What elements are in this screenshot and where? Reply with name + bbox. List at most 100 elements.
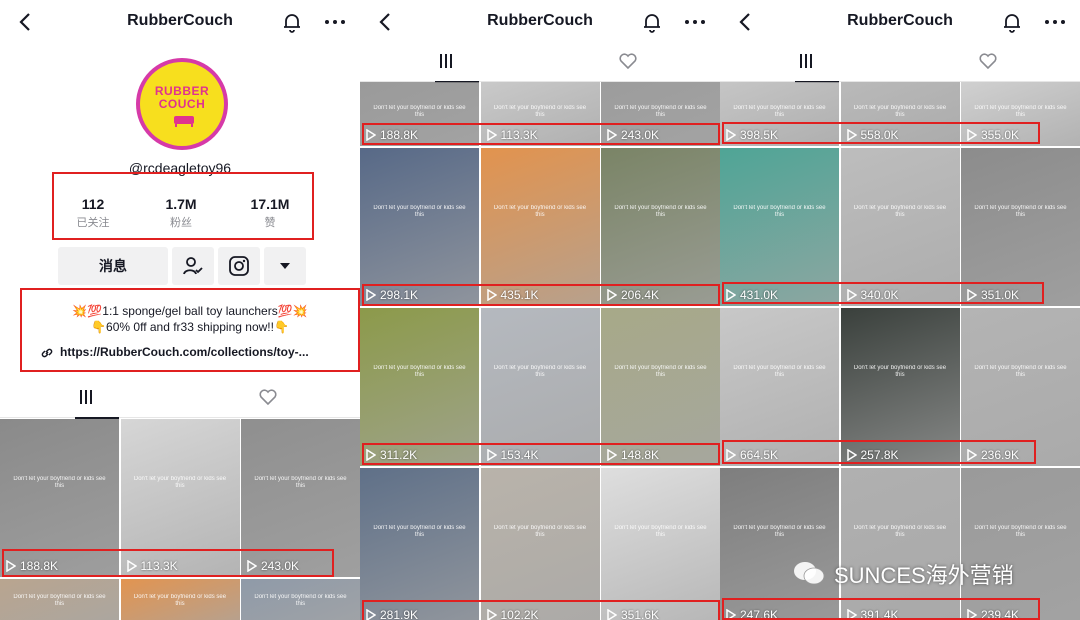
video-thumbnail[interactable]: Don't let your boyfriend or kids see thi… — [961, 308, 1080, 466]
video-thumbnail[interactable]: Don't let your boyfriend or kids see thi… — [120, 579, 240, 620]
thumbnail-image — [360, 308, 479, 466]
video-thumbnail[interactable]: Don't let your boyfriend or kids see thi… — [241, 419, 360, 577]
video-thumbnail[interactable]: Don't let your boyfriend or kids see thi… — [840, 82, 960, 146]
video-thumbnail[interactable]: Don't let your boyfriend or kids see thi… — [720, 308, 839, 466]
video-thumbnail[interactable]: Don't let your boyfriend or kids see thi… — [961, 82, 1080, 146]
view-count-text: 435.1K — [500, 288, 539, 302]
bio-line: 💥💯1:1 sponge/gel ball toy launchers💯💥 — [72, 304, 308, 318]
grid-panel-3: RubberCouch Don't let your boyfriend or … — [720, 0, 1080, 620]
view-count: 281.9K — [366, 608, 418, 620]
play-icon — [967, 449, 977, 461]
play-icon — [486, 449, 497, 461]
back-icon[interactable] — [14, 10, 38, 34]
message-button[interactable]: 消息 — [58, 247, 168, 285]
bell-icon[interactable] — [1000, 10, 1024, 34]
avatar[interactable]: RUBBER COUCH — [136, 58, 228, 150]
video-thumbnail[interactable]: Don't let your boyfriend or kids see thi… — [840, 308, 960, 466]
video-thumbnail[interactable]: Don't let your boyfriend or kids see thi… — [0, 579, 119, 620]
more-icon[interactable] — [1042, 10, 1068, 34]
bell-icon[interactable] — [640, 10, 664, 34]
play-icon — [726, 609, 736, 620]
more-icon[interactable] — [322, 10, 348, 34]
play-icon — [607, 449, 617, 461]
video-thumbnail[interactable]: Don't let your boyfriend or kids see thi… — [601, 468, 720, 620]
play-icon — [607, 289, 617, 301]
view-count: 188.8K — [6, 559, 58, 573]
view-count-text: 558.0K — [860, 128, 899, 142]
video-thumbnail[interactable]: Don't let your boyfriend or kids see thi… — [840, 468, 960, 620]
video-thumbnail[interactable]: Don't let your boyfriend or kids see thi… — [360, 148, 479, 306]
bell-icon[interactable] — [280, 10, 304, 34]
video-thumbnail[interactable]: Don't let your boyfriend or kids see thi… — [720, 82, 839, 146]
stat-value: 112 — [81, 196, 105, 212]
top-bar: RubberCouch — [360, 0, 720, 44]
tab-liked[interactable] — [540, 44, 720, 82]
video-thumbnail[interactable]: Don't let your boyfriend or kids see thi… — [360, 468, 479, 620]
view-count: 113.3K — [486, 128, 538, 142]
thumbnail-image — [601, 308, 720, 466]
view-count-text: 281.9K — [380, 608, 419, 620]
following-stat[interactable]: 112 已关注 — [48, 196, 138, 230]
video-caption: Don't let your boyfriend or kids see thi… — [614, 204, 707, 218]
likes-stat[interactable]: 17.1M 赞 — [225, 196, 315, 230]
thumbnail-image — [840, 148, 960, 306]
video-caption: Don't let your boyfriend or kids see thi… — [974, 204, 1067, 218]
video-thumbnail[interactable]: Don't let your boyfriend or kids see thi… — [360, 308, 479, 466]
top-bar: RubberCouch — [0, 0, 360, 44]
couch-icon — [174, 116, 194, 127]
profile-link[interactable]: https://RubberCouch.com/collections/toy-… — [40, 345, 340, 361]
video-caption: Don't let your boyfriend or kids see thi… — [974, 524, 1067, 538]
video-thumbnail[interactable]: Don't let your boyfriend or kids see thi… — [480, 148, 600, 306]
tab-liked[interactable] — [180, 380, 360, 418]
avatar-logo-text: COUCH — [158, 97, 206, 111]
view-count-text: 351.6K — [621, 608, 660, 620]
instagram-button[interactable] — [218, 247, 260, 285]
tab-videos[interactable] — [720, 44, 900, 83]
view-count-text: 431.0K — [740, 288, 779, 302]
follow-back-button[interactable] — [172, 247, 214, 285]
video-thumbnail[interactable]: Don't let your boyfriend or kids see thi… — [840, 148, 960, 306]
watermark-text: SUNCES海外营销 — [834, 563, 1014, 588]
video-thumbnail[interactable]: Don't let your boyfriend or kids see thi… — [241, 579, 360, 620]
view-count: 236.9K — [967, 448, 1019, 462]
video-grid: Don't let your boyfriend or kids see thi… — [0, 419, 360, 620]
thumbnail-image — [961, 148, 1080, 306]
more-options-button[interactable] — [264, 247, 306, 285]
tab-liked[interactable] — [900, 44, 1080, 82]
profile-panel: RubberCouch RUBBER COUCH @rcdeagletoy96 … — [0, 0, 360, 620]
video-thumbnail[interactable]: Don't let your boyfriend or kids see thi… — [480, 82, 600, 146]
back-icon[interactable] — [374, 10, 398, 34]
video-thumbnail[interactable]: Don't let your boyfriend or kids see thi… — [480, 308, 600, 466]
back-icon[interactable] — [734, 10, 758, 34]
video-thumbnail[interactable]: Don't let your boyfriend or kids see thi… — [601, 308, 720, 466]
link-icon — [41, 348, 53, 358]
video-caption: Don't let your boyfriend or kids see thi… — [853, 524, 947, 538]
followers-stat[interactable]: 1.7M 粉丝 — [136, 196, 226, 230]
play-icon — [366, 449, 376, 461]
tab-videos[interactable] — [0, 380, 180, 419]
play-icon — [607, 129, 617, 141]
video-thumbnail[interactable]: Don't let your boyfriend or kids see thi… — [0, 419, 119, 577]
video-thumbnail[interactable]: Don't let your boyfriend or kids see thi… — [601, 82, 720, 146]
tab-videos[interactable] — [360, 44, 540, 83]
video-thumbnail[interactable]: Don't let your boyfriend or kids see thi… — [720, 148, 839, 306]
video-thumbnail[interactable]: Don't let your boyfriend or kids see thi… — [961, 468, 1080, 620]
video-thumbnail[interactable]: Don't let your boyfriend or kids see thi… — [720, 468, 839, 620]
view-count: 311.2K — [366, 448, 417, 462]
thumbnail-image — [480, 308, 600, 466]
video-caption: Don't let your boyfriend or kids see thi… — [254, 594, 347, 608]
view-count: 243.0K — [247, 559, 299, 573]
view-count-text: 113.3K — [500, 128, 538, 142]
video-thumbnail[interactable]: Don't let your boyfriend or kids see thi… — [480, 468, 600, 620]
video-thumbnail[interactable]: Don't let your boyfriend or kids see thi… — [601, 148, 720, 306]
view-count: 351.6K — [607, 608, 659, 620]
more-icon[interactable] — [682, 10, 708, 34]
view-count-text: 243.0K — [261, 559, 300, 573]
instagram-icon — [229, 256, 249, 276]
video-thumbnail[interactable]: Don't let your boyfriend or kids see thi… — [961, 148, 1080, 306]
video-caption: Don't let your boyfriend or kids see thi… — [373, 364, 466, 378]
video-thumbnail[interactable]: Don't let your boyfriend or kids see thi… — [120, 419, 240, 577]
play-icon — [247, 560, 257, 572]
thumbnail-image — [0, 419, 119, 577]
video-thumbnail[interactable]: Don't let your boyfriend or kids see thi… — [360, 82, 479, 146]
